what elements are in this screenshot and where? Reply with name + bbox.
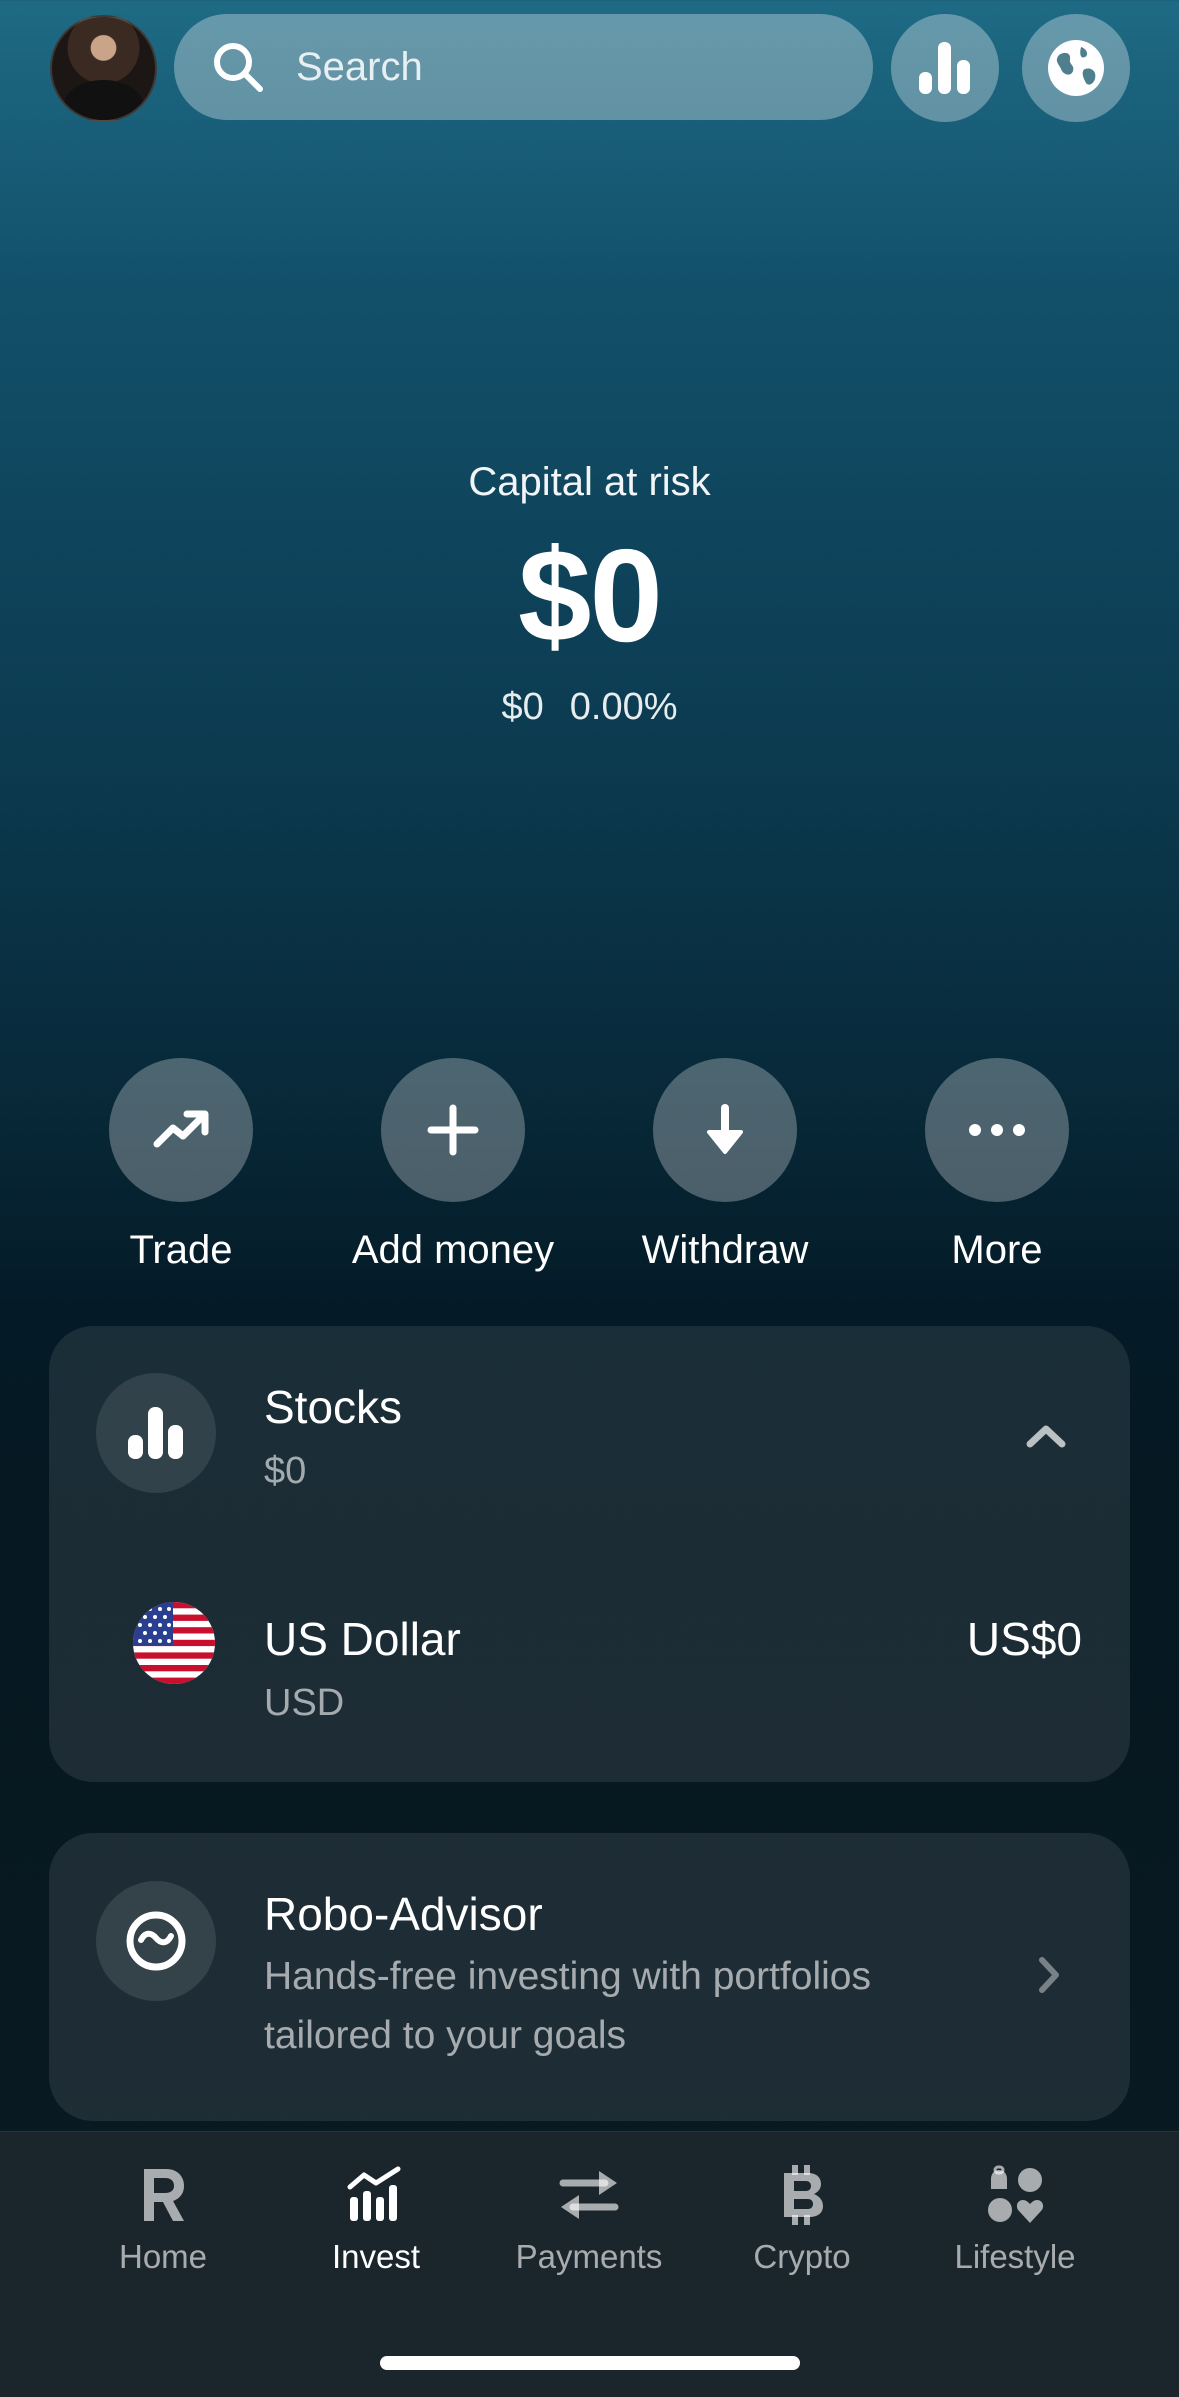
avatar-photo xyxy=(64,80,143,120)
trade-circle[interactable] xyxy=(109,1058,253,1202)
add-money-label: Add money xyxy=(351,1228,555,1272)
trade-button[interactable]: Trade xyxy=(51,1058,311,1273)
bitcoin-icon xyxy=(784,2165,823,2225)
withdraw-button[interactable]: Withdraw xyxy=(595,1058,855,1273)
robo-advisor-icon xyxy=(126,1911,186,1971)
nav-payments-label: Payments xyxy=(515,2238,663,2275)
nav-home[interactable]: Home xyxy=(63,2160,263,2276)
more-icon xyxy=(969,1124,1025,1136)
balance-amount[interactable]: $0 xyxy=(0,520,1179,671)
profile-avatar[interactable] xyxy=(50,15,157,122)
change-percent: 0.00% xyxy=(569,686,678,728)
balance-change: $0 0.00% xyxy=(0,686,1179,729)
trade-label: Trade xyxy=(129,1228,233,1272)
search-bar[interactable]: Search xyxy=(174,14,873,120)
add-money-button[interactable]: Add money xyxy=(323,1058,583,1273)
nav-lifestyle[interactable]: Lifestyle xyxy=(915,2160,1115,2276)
robo-description-line1: Hands-free investing with portfolios xyxy=(264,1955,871,1998)
nav-crypto-label: Crypto xyxy=(753,2238,851,2275)
balance-label: Capital at risk xyxy=(468,460,711,504)
add-money-circle[interactable] xyxy=(381,1058,525,1202)
more-button[interactable]: More xyxy=(867,1058,1127,1273)
arrow-down-icon xyxy=(707,1104,743,1154)
currency-value: US$0 xyxy=(966,1613,1082,1665)
lifestyle-icon xyxy=(988,2165,1044,2223)
transfer-arrows-icon xyxy=(559,2171,619,2219)
stocks-icon-circle xyxy=(96,1373,216,1493)
robo-advisor-card[interactable]: Robo-Advisor Hands-free investing with p… xyxy=(49,1833,1130,2121)
nav-invest-label: Invest xyxy=(331,2238,421,2275)
more-label: More xyxy=(951,1228,1043,1272)
home-indicator xyxy=(380,2356,800,2370)
bar-chart-icon xyxy=(919,42,970,94)
invest-chart-icon xyxy=(347,2166,401,2221)
plus-icon xyxy=(427,1104,479,1156)
globe-icon xyxy=(1048,40,1104,96)
chevron-up-icon[interactable] xyxy=(1024,1422,1068,1450)
stocks-bar-icon xyxy=(128,1407,183,1459)
currency-code: USD xyxy=(264,1682,345,1724)
more-circle[interactable] xyxy=(925,1058,1069,1202)
globe-button[interactable] xyxy=(1022,14,1130,122)
withdraw-label: Withdraw xyxy=(641,1228,809,1272)
nav-crypto[interactable]: Crypto xyxy=(702,2160,902,2276)
search-icon xyxy=(214,43,263,92)
search-placeholder: Search xyxy=(296,44,423,89)
robo-description-line2: tailored to your goals xyxy=(264,2014,627,2057)
robo-icon-circle xyxy=(96,1881,216,2001)
withdraw-circle[interactable] xyxy=(653,1058,797,1202)
currency-name[interactable]: US Dollar xyxy=(264,1612,461,1666)
nav-home-label: Home xyxy=(118,2238,208,2275)
stocks-value: $0 xyxy=(264,1450,307,1492)
stocks-title: Stocks xyxy=(264,1381,403,1433)
nav-lifestyle-label: Lifestyle xyxy=(954,2238,1076,2275)
nav-payments[interactable]: Payments xyxy=(489,2160,689,2276)
robo-title: Robo-Advisor xyxy=(264,1888,543,1940)
chevron-right-icon xyxy=(1039,1957,1059,1993)
nav-invest[interactable]: Invest xyxy=(276,2160,476,2276)
trending-up-icon xyxy=(153,1110,209,1148)
revolut-logo-icon xyxy=(144,2169,184,2221)
us-flag-icon xyxy=(133,1602,215,1684)
analytics-button[interactable] xyxy=(891,14,999,122)
stocks-card[interactable]: Stocks $0 US Dollar USD US$0 xyxy=(49,1326,1130,1782)
change-amount: $0 xyxy=(501,686,544,728)
